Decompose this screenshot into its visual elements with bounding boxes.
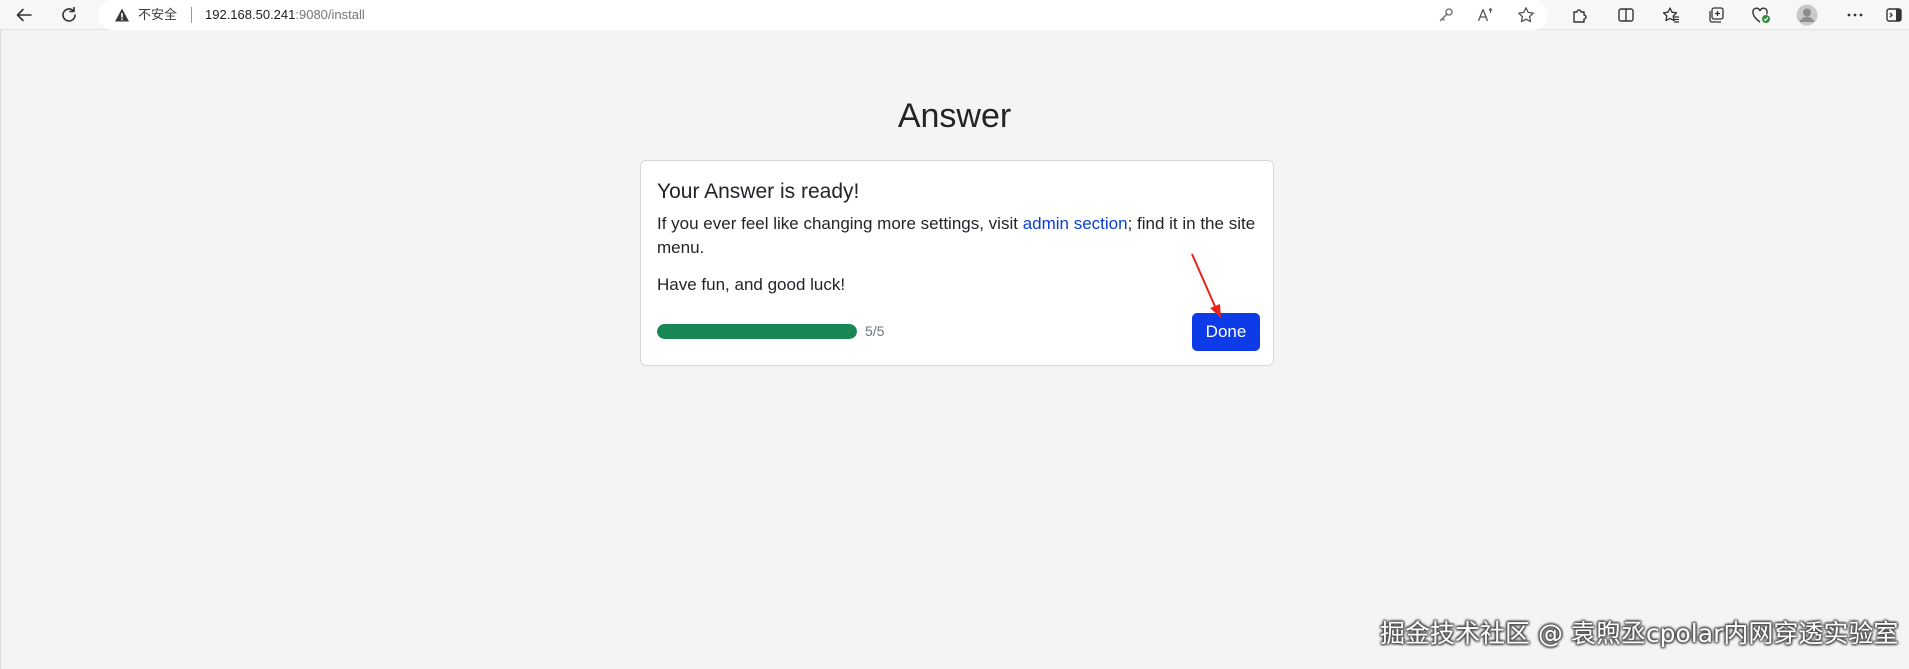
extensions-icon[interactable] (1569, 4, 1591, 26)
split-screen-icon[interactable] (1615, 4, 1637, 26)
progress-fill (657, 324, 857, 339)
install-complete-card: Your Answer is ready! If you ever feel l… (640, 160, 1274, 366)
browser-essentials-icon[interactable] (1750, 4, 1772, 26)
message-text-before: If you ever feel like changing more sett… (657, 214, 1023, 233)
address-divider (191, 7, 192, 23)
url-path: :9080/install (295, 7, 365, 22)
key-icon[interactable] (1436, 5, 1456, 25)
collections-icon[interactable] (1705, 4, 1727, 26)
back-icon[interactable] (12, 3, 36, 27)
favorite-star-icon[interactable] (1516, 5, 1536, 25)
install-progress-bar (657, 324, 857, 339)
watermark-text: 掘金技术社区 @ 袁煦丞cpolar内网穿透实验室 (1380, 619, 1899, 648)
warning-icon[interactable] (114, 7, 130, 23)
url-text[interactable]: 192.168.50.241:9080/install (205, 7, 365, 23)
card-closing-text: Have fun, and good luck! (657, 275, 846, 294)
annotation-arrow (1191, 253, 1221, 318)
progress-step-label: 5/5 (865, 323, 885, 339)
page-title: Answer (897, 97, 1012, 135)
browser-toolbar: 不安全 192.168.50.241:9080/install (0, 0, 1909, 30)
address-bar[interactable]: 不安全 192.168.50.241:9080/install (98, 0, 1548, 30)
refresh-icon[interactable] (57, 3, 81, 27)
read-aloud-icon[interactable] (1476, 5, 1496, 25)
profile-avatar-icon[interactable] (1796, 4, 1818, 26)
url-host: 192.168.50.241 (205, 7, 296, 22)
card-message: If you ever feel like changing more sett… (657, 212, 1257, 260)
admin-section-link[interactable]: admin section (1023, 214, 1128, 233)
security-status-label[interactable]: 不安全 (138, 7, 177, 23)
sidebar-icon[interactable] (1883, 4, 1905, 26)
more-icon[interactable] (1844, 4, 1866, 26)
favorites-icon[interactable] (1660, 4, 1682, 26)
card-heading: Your Answer is ready! (657, 180, 860, 203)
